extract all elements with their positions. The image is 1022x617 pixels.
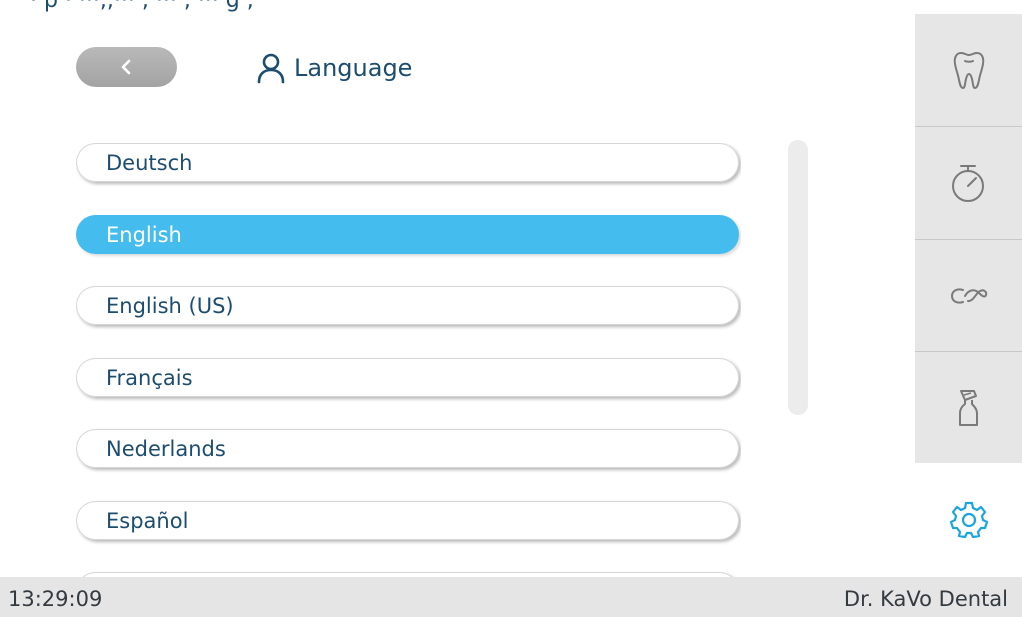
scrollbar[interactable] xyxy=(788,140,808,415)
language-list[interactable]: Deutsch English English (US) Français Ne… xyxy=(76,143,741,579)
language-label: Deutsch xyxy=(106,150,193,175)
status-user: Dr. KaVo Dental xyxy=(843,587,1008,611)
top-clipped-text: · p · ···,,··· , ··· , ··· g , xyxy=(30,0,254,13)
sidebar-item-timer[interactable] xyxy=(915,126,1022,239)
language-item-espanol[interactable]: Español xyxy=(76,501,739,540)
language-label: Français xyxy=(106,365,193,390)
sidebar-item-instruments[interactable] xyxy=(915,239,1022,352)
language-item-nederlands[interactable]: Nederlands xyxy=(76,429,739,468)
page-title: Language xyxy=(256,48,412,88)
sidebar-item-settings[interactable] xyxy=(915,463,1022,575)
instrument-hose-icon xyxy=(950,288,987,304)
language-label: Español xyxy=(106,508,189,533)
tooth-icon xyxy=(953,51,984,90)
language-item-english[interactable]: English xyxy=(76,215,739,254)
sidebar-item-hygiene[interactable] xyxy=(915,351,1022,464)
chevron-left-icon xyxy=(121,59,130,75)
language-label: Nederlands xyxy=(106,436,226,461)
language-label: English (US) xyxy=(106,293,234,318)
page-title-label: Language xyxy=(294,54,413,82)
language-item-english-us[interactable]: English (US) xyxy=(76,286,739,325)
person-icon xyxy=(257,53,285,84)
status-time: 13:29:09 xyxy=(8,587,103,611)
language-label: English xyxy=(106,222,182,247)
status-bar: 13:29:09 Dr. KaVo Dental xyxy=(0,577,1022,617)
sidebar-item-treatment[interactable] xyxy=(915,14,1022,126)
stopwatch-icon xyxy=(951,165,984,202)
language-item-deutsch[interactable]: Deutsch xyxy=(76,143,739,182)
spray-bottle-icon xyxy=(958,390,978,426)
language-item-francais[interactable]: Français xyxy=(76,358,739,397)
sidebar xyxy=(915,14,1022,463)
gear-icon xyxy=(949,501,988,539)
back-button[interactable] xyxy=(76,47,177,87)
